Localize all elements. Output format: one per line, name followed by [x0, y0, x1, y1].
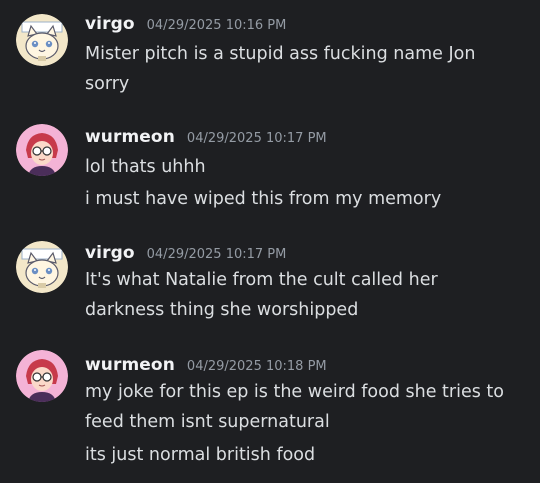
message-text: my joke for this ep is the weird food sh… — [85, 382, 504, 402]
username[interactable]: virgo — [85, 14, 135, 34]
message-text: lol thats uhhh — [85, 157, 206, 177]
message-text: Mister pitch is a stupid ass fucking nam… — [85, 44, 476, 64]
person-avatar-icon — [16, 350, 68, 402]
avatar[interactable] — [16, 241, 68, 293]
username[interactable]: virgo — [85, 243, 135, 263]
message-text: feed them isnt supernatural — [85, 412, 330, 432]
avatar[interactable] — [16, 14, 68, 66]
username[interactable]: wurmeon — [85, 355, 175, 375]
message-text: darkness thing she worshipped — [85, 300, 359, 320]
timestamp: 04/29/2025 10:16 PM — [146, 18, 287, 33]
timestamp: 04/29/2025 10:18 PM — [186, 359, 327, 374]
message-text: sorry — [85, 74, 130, 94]
message-text: its just normal british food — [85, 445, 316, 465]
cat-avatar-icon — [16, 14, 68, 66]
message-text: i must have wiped this from my memory — [85, 189, 442, 209]
username[interactable]: wurmeon — [85, 127, 175, 147]
message-text: It's what Natalie from the cult called h… — [85, 270, 438, 290]
timestamp: 04/29/2025 10:17 PM — [186, 131, 327, 146]
avatar[interactable] — [16, 124, 68, 176]
timestamp: 04/29/2025 10:17 PM — [146, 247, 287, 262]
cat-avatar-icon — [16, 241, 68, 293]
avatar[interactable] — [16, 350, 68, 402]
person-avatar-icon — [16, 124, 68, 176]
